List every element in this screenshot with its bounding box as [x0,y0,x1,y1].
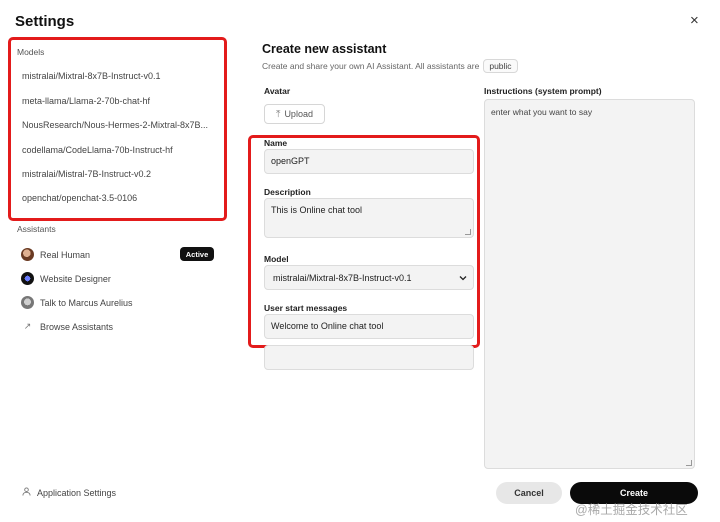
instructions-label: Instructions (system prompt) [484,86,602,96]
user-icon [22,487,31,498]
avatar [21,272,34,285]
models-section-label: Models [17,47,45,57]
instructions-textarea[interactable]: enter what you want to say [484,99,695,469]
assistant-label: Talk to Marcus Aurelius [40,297,133,308]
form-subtitle: Create and share your own AI Assistant. … [262,59,518,73]
watermark-text: @稀土掘金技术社区 [575,503,688,517]
upload-button[interactable]: ⤒ Upload [264,104,325,124]
sidebar-model-item[interactable]: NousResearch/Nous-Hermes-2-Mixtral-8x7B.… [22,120,217,130]
visibility-pill: public [483,59,518,73]
avatar [21,248,34,261]
model-label: Model [264,254,289,264]
arrow-up-right-icon: ↗ [23,321,32,331]
form-title: Create new assistant [262,42,387,56]
resize-handle-icon[interactable] [686,460,692,466]
sidebar-model-item[interactable]: codellama/CodeLlama-70b-Instruct-hf [22,145,217,155]
application-settings-label: Application Settings [37,487,117,498]
name-input[interactable]: openGPT [264,149,474,174]
sidebar-assistant-real-human[interactable]: Real Human [21,248,90,261]
resize-handle-icon[interactable] [465,229,471,235]
sidebar-model-item[interactable]: mistralai/Mistral-7B-Instruct-v0.2 [22,169,217,179]
avatar-label: Avatar [264,86,291,96]
assistant-label: Website Designer [40,273,111,284]
browse-assistants-label: Browse Assistants [40,321,114,332]
page-title: Settings [15,13,75,30]
name-label: Name [264,138,288,148]
sidebar-model-item[interactable]: meta-llama/Llama-2-70b-chat-hf [22,96,217,106]
model-select[interactable]: mistralai/Mixtral-8x7B-Instruct-v0.1 [264,265,474,290]
description-textarea[interactable]: This is Online chat tool [264,198,474,238]
avatar [21,296,34,309]
assistants-section-label: Assistants [17,224,56,234]
sidebar-browse-assistants[interactable]: ↗ Browse Assistants [21,321,113,332]
sidebar-model-item[interactable]: mistralai/Mixtral-8x7B-Instruct-v0.1 [22,71,217,81]
sidebar-model-item[interactable]: openchat/openchat-3.5-0106 [22,193,217,203]
sidebar-assistant-website-designer[interactable]: Website Designer [21,272,111,285]
instructions-value: enter what you want to say [491,107,593,117]
form-subtitle-text: Create and share your own AI Assistant. … [262,61,480,71]
upload-icon: ⤒ [276,108,281,120]
upload-label: Upload [284,109,313,119]
close-icon[interactable]: × [690,12,699,29]
chevron-down-icon [459,273,467,283]
model-select-value: mistralai/Mixtral-8x7B-Instruct-v0.1 [273,272,412,283]
start-message-input-1[interactable]: Welcome to Online chat tool [264,314,474,339]
status-badge: Active [180,247,214,261]
cancel-button[interactable]: Cancel [496,482,562,504]
description-value: This is Online chat tool [271,205,363,215]
assistant-label: Real Human [40,249,91,260]
sidebar-assistant-marcus-aurelius[interactable]: Talk to Marcus Aurelius [21,296,133,309]
application-settings-link[interactable]: Application Settings [22,487,116,498]
description-label: Description [264,187,311,197]
start-message-input-2[interactable] [264,345,474,370]
start-messages-label: User start messages [264,303,348,313]
